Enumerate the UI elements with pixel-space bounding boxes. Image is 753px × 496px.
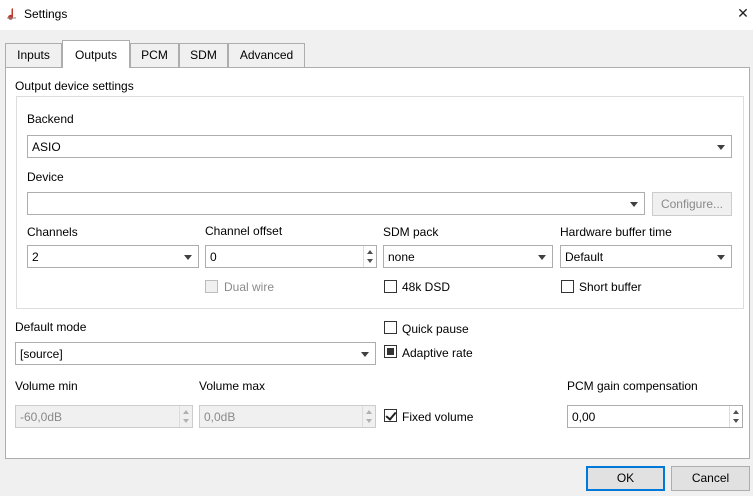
spin-buttons[interactable] xyxy=(179,406,192,427)
tab-inputs[interactable]: Inputs xyxy=(5,43,62,67)
dual-wire-label: Dual wire xyxy=(224,280,275,294)
adaptive-rate-checkbox[interactable] xyxy=(384,345,397,358)
sdm-pack-label: SDM pack xyxy=(383,225,439,239)
spin-down-icon[interactable] xyxy=(367,259,373,263)
spin-up-icon[interactable] xyxy=(183,410,189,414)
dual-wire-checkbox[interactable] xyxy=(205,280,218,293)
pcm-gain-label: PCM gain compensation xyxy=(567,379,698,393)
device-label: Device xyxy=(27,170,64,184)
channels-value: 2 xyxy=(32,250,39,264)
adaptive-rate-label: Adaptive rate xyxy=(402,346,473,360)
volume-min-spinbox[interactable]: -60,0dB xyxy=(15,405,193,428)
fixed-volume-label: Fixed volume xyxy=(402,410,474,424)
tab-advanced[interactable]: Advanced xyxy=(228,43,305,67)
chevron-down-icon xyxy=(717,255,725,260)
pcm-gain-spinbox[interactable]: 0,00 xyxy=(567,405,743,428)
dsd-48k-label: 48k DSD xyxy=(402,280,451,294)
title-bar xyxy=(0,0,753,30)
chevron-down-icon xyxy=(361,352,369,357)
backend-select[interactable]: ASIO xyxy=(27,135,732,158)
configure-button[interactable]: Configure... xyxy=(652,192,732,216)
chevron-down-icon xyxy=(630,202,638,207)
app-icon xyxy=(4,6,20,22)
chevron-down-icon xyxy=(184,255,192,260)
volume-min-label: Volume min xyxy=(15,379,78,393)
hw-buffer-label: Hardware buffer time xyxy=(560,225,672,239)
spin-up-icon[interactable] xyxy=(367,250,373,254)
chevron-down-icon xyxy=(717,145,725,150)
tab-outputs[interactable]: Outputs xyxy=(62,40,130,68)
quick-pause-checkbox[interactable] xyxy=(384,321,397,334)
default-mode-value: [source] xyxy=(20,347,63,361)
sdm-pack-value: none xyxy=(388,250,415,264)
channel-offset-value: 0 xyxy=(210,250,217,264)
short-buffer-label: Short buffer xyxy=(579,280,642,294)
window-title: Settings xyxy=(24,7,68,21)
dsd-48k-checkbox[interactable] xyxy=(384,280,397,293)
volume-max-spinbox[interactable]: 0,0dB xyxy=(199,405,376,428)
volume-max-label: Volume max xyxy=(199,379,266,393)
spin-buttons[interactable] xyxy=(362,406,375,427)
channels-select[interactable]: 2 xyxy=(27,245,199,268)
spin-up-icon[interactable] xyxy=(366,410,372,414)
device-select[interactable] xyxy=(27,192,645,215)
tab-pcm[interactable]: PCM xyxy=(130,43,179,67)
spin-buttons[interactable] xyxy=(729,406,742,427)
spin-up-icon[interactable] xyxy=(733,410,739,414)
spin-down-icon[interactable] xyxy=(183,419,189,423)
spin-down-icon[interactable] xyxy=(733,419,739,423)
pcm-gain-value: 0,00 xyxy=(572,410,596,424)
chevron-down-icon xyxy=(538,255,546,260)
quick-pause-label: Quick pause xyxy=(402,322,469,336)
sdm-pack-select[interactable]: none xyxy=(383,245,553,268)
spin-down-icon[interactable] xyxy=(366,419,372,423)
group-title: Output device settings xyxy=(15,79,134,93)
short-buffer-checkbox[interactable] xyxy=(561,280,574,293)
tab-sdm[interactable]: SDM xyxy=(179,43,228,67)
ok-button[interactable]: OK xyxy=(586,466,665,491)
volume-min-value: -60,0dB xyxy=(20,410,63,424)
default-mode-select[interactable]: [source] xyxy=(15,342,376,365)
default-mode-label: Default mode xyxy=(15,320,87,334)
channels-label: Channels xyxy=(27,225,78,239)
cancel-button[interactable]: Cancel xyxy=(671,466,750,491)
hw-buffer-select[interactable]: Default xyxy=(560,245,732,268)
channel-offset-spinbox[interactable]: 0 xyxy=(205,245,377,268)
volume-max-value: 0,0dB xyxy=(204,410,236,424)
fixed-volume-checkbox[interactable] xyxy=(384,409,397,422)
channel-offset-label: Channel offset xyxy=(205,224,283,238)
backend-label: Backend xyxy=(27,112,74,126)
hw-buffer-value: Default xyxy=(565,250,604,264)
spin-buttons[interactable] xyxy=(363,246,376,267)
close-icon[interactable]: ✕ xyxy=(735,5,751,21)
backend-value: ASIO xyxy=(32,140,61,154)
